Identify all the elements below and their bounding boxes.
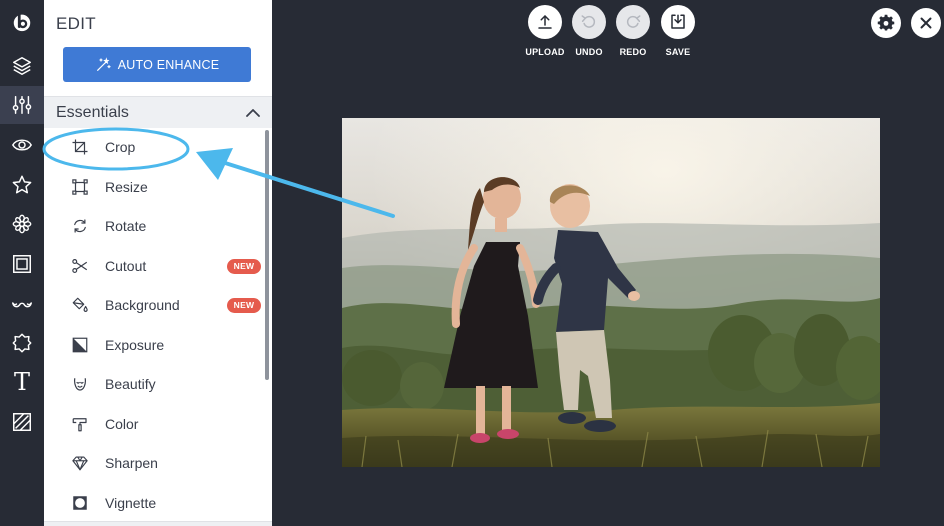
logo-button[interactable] [0,3,44,41]
tool-cutout[interactable]: Cutout NEW [44,248,264,284]
tool-vignette[interactable]: Vignette [44,485,264,521]
save-label: SAVE [665,47,691,57]
save-button[interactable]: SAVE [660,5,696,57]
vignette-icon [70,493,90,513]
magic-wand-icon [96,56,111,71]
rail-stickers[interactable] [0,285,44,323]
exposure-icon [70,335,90,355]
rail-edit[interactable] [0,86,44,124]
tool-rotate[interactable]: Rotate [44,208,264,244]
redo-button[interactable]: REDO [615,5,651,57]
upload-icon [538,15,552,29]
scissors-icon [70,256,90,276]
tool-label: Exposure [105,337,165,353]
tool-label: Beautify [105,376,156,392]
shape-icon [12,333,32,353]
new-badge: NEW [227,297,261,313]
frame-icon [13,255,31,273]
canvas-photo[interactable] [342,118,880,467]
close-button[interactable] [911,8,941,38]
close-icon [920,17,932,29]
edit-panel: EDIT AUTO ENHANCE Essentials Crop Resize… [44,0,272,526]
photo-image [342,118,880,467]
tool-label: Rotate [105,218,147,234]
star-icon [12,175,32,194]
tool-exposure[interactable]: Exposure [44,327,264,363]
tool-label: Color [105,416,139,432]
panel-scrollbar[interactable] [265,130,269,380]
mustache-icon [12,302,32,308]
gear-icon [877,14,895,31]
layers-icon [13,57,31,75]
rail-textures[interactable] [0,403,44,441]
rail-overlays[interactable] [0,205,44,243]
section-title: Essentials [56,103,129,121]
background-icon [70,295,90,315]
chevron-up-icon [246,108,260,117]
panel-next-section [44,521,272,526]
rail-layers[interactable] [0,47,44,85]
tool-rail: T [0,0,44,526]
essentials-section-header[interactable]: Essentials [44,96,272,128]
auto-enhance-label: AUTO ENHANCE [117,57,220,72]
texture-icon [13,413,31,431]
upload-button[interactable]: UPLOAD [525,5,565,57]
tool-sharpen[interactable]: Sharpen [44,445,264,481]
auto-enhance-button[interactable]: AUTO ENHANCE [63,47,251,82]
rail-text[interactable]: T [0,363,44,401]
settings-button[interactable] [871,8,901,38]
resize-icon [70,177,90,197]
crop-icon [70,137,90,157]
rotate-icon [70,216,90,236]
tool-color[interactable]: Color [44,406,264,442]
upload-label: UPLOAD [525,47,565,57]
new-badge: NEW [227,258,261,274]
rail-effects[interactable] [0,166,44,204]
undo-label: UNDO [575,47,603,57]
undo-icon [581,15,596,28]
save-icon [671,14,685,29]
undo-button[interactable]: UNDO [571,5,607,57]
beautify-icon [70,374,90,394]
tool-label: Crop [105,139,136,155]
panel-title: EDIT [56,14,96,33]
rail-shapes[interactable] [0,324,44,362]
flower-icon [12,214,32,234]
rail-touchup[interactable] [0,126,44,164]
tool-label: Background [105,297,180,313]
tool-label: Cutout [105,258,147,274]
redo-label: REDO [619,47,647,57]
tool-background[interactable]: Background NEW [44,287,264,323]
eye-icon [11,139,33,151]
rail-frames[interactable] [0,245,44,283]
tool-beautify[interactable]: Beautify [44,366,264,402]
tool-label: Vignette [105,495,157,511]
tool-resize[interactable]: Resize [44,169,264,205]
redo-icon [626,15,641,28]
logo-icon [13,13,31,32]
tool-label: Resize [105,179,148,195]
color-icon [70,414,90,434]
sliders-icon [12,96,32,114]
diamond-icon [70,453,90,473]
tool-label: Sharpen [105,455,158,471]
tool-crop[interactable]: Crop [44,129,264,165]
text-icon: T [13,368,30,396]
